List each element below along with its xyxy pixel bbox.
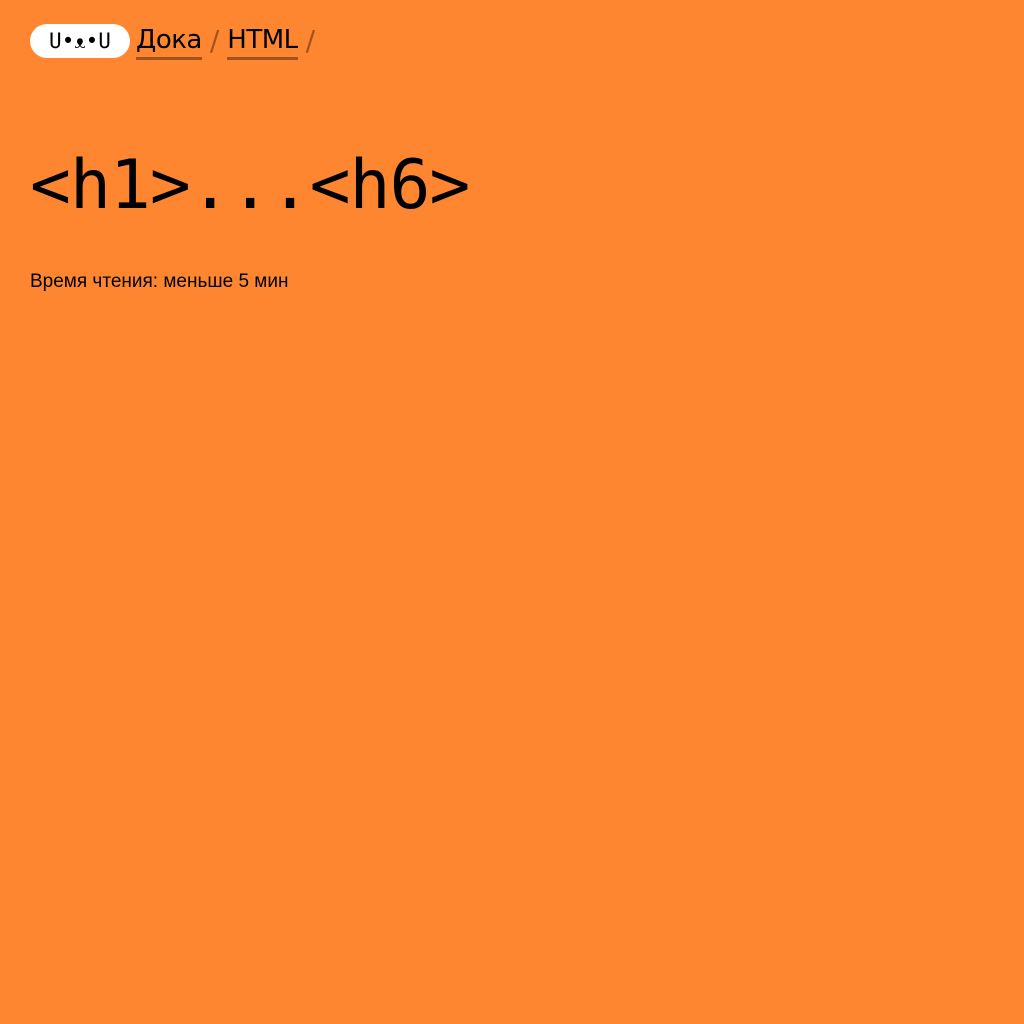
breadcrumb-link-html[interactable]: HTML — [227, 24, 298, 60]
breadcrumb-item-doka: Дока / — [136, 24, 227, 60]
reading-time: Время чтения: меньше 5 мин — [30, 271, 289, 292]
breadcrumb-item-html: HTML / — [227, 24, 323, 60]
logo-link[interactable]: U•ᴥ•U — [30, 24, 130, 58]
breadcrumb-link-doka[interactable]: Дока — [136, 24, 202, 60]
breadcrumb: U•ᴥ•U Дока / HTML / — [30, 24, 323, 60]
page: U•ᴥ•U Дока / HTML / <h1>...<h6> Время чт… — [0, 0, 1024, 1024]
breadcrumb-separator: / — [209, 24, 220, 57]
logo-text: U•ᴥ•U — [49, 29, 111, 53]
breadcrumb-separator: / — [305, 24, 316, 57]
page-title: <h1>...<h6> — [30, 146, 470, 225]
